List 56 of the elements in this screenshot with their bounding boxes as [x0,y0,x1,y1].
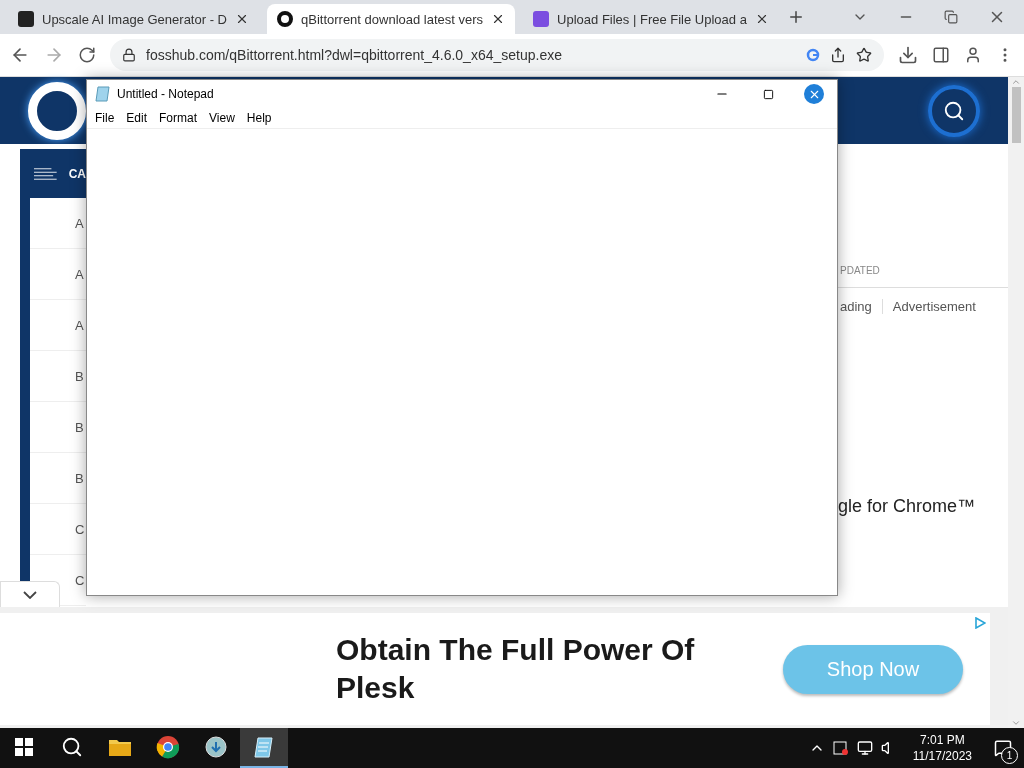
restore-icon[interactable] [944,10,958,24]
taskbar-app[interactable] [240,728,288,768]
maximize-icon [762,88,774,100]
reload-icon[interactable] [78,46,96,64]
category-item[interactable]: A [75,266,84,282]
clock[interactable]: 7:01 PM 11/17/2023 [912,732,972,764]
browser-tab[interactable]: qBittorrent download latest vers [267,4,516,34]
browser-icon [156,735,180,759]
side-panel-icon[interactable] [932,46,950,64]
category-item[interactable]: B [75,368,84,384]
notifications-button[interactable]: 1 [988,732,1018,764]
menu-item[interactable]: File [89,108,121,128]
profile-icon[interactable] [964,46,982,64]
google-icon [806,48,820,62]
network-icon[interactable] [856,740,873,756]
close-icon[interactable] [235,12,249,26]
search-icon [61,736,83,758]
chevron-down-icon [23,590,37,599]
search-icon [943,99,965,122]
share-icon[interactable] [830,47,846,63]
download-icon[interactable] [898,45,918,65]
notepad-icon [95,86,111,102]
promo-text: gle for Chrome™ [838,496,977,517]
site-icon [277,11,293,27]
menu-item[interactable]: Edit [120,108,154,128]
search-button[interactable] [928,84,980,137]
folder-icon [108,737,132,757]
browser-tab[interactable]: Upscale AI Image Generator - D [8,4,259,34]
site-icon [18,11,34,27]
browser-tab[interactable]: Upload Files | Free File Upload a [523,4,779,34]
category-item[interactable]: B [75,419,84,435]
installer-icon [204,735,228,759]
menu-item[interactable]: Format [153,108,204,128]
windows-logo-icon [15,738,33,756]
page-tab[interactable]: Advertisement [882,298,986,314]
category-item[interactable]: A [75,317,84,333]
window-title: Untitled - Notepad [117,87,214,101]
scrollbar-thumb[interactable] [1011,87,1021,143]
category-item[interactable]: B [75,470,84,486]
ad-choices-icon[interactable] [974,617,986,629]
category-item[interactable]: A [75,215,84,231]
message-icon [994,739,1012,757]
site-icon [533,11,550,27]
star-icon[interactable] [856,47,872,63]
category-title: CA [68,166,86,181]
lock-icon [122,48,136,62]
category-item[interactable]: C [75,572,85,588]
menu-item[interactable]: View [203,108,241,128]
menu-item[interactable]: Help [240,108,278,128]
category-item[interactable]: C [75,521,85,537]
collapse-button[interactable] [0,581,60,607]
ad-headline: Obtain The Full Power Of Plesk [336,632,696,706]
notepad-icon [253,735,275,759]
address-bar[interactable]: fosshub.com/qBittorrent.html?dwl=qbittorrent_4.6.0_x64_setup.exe [110,39,884,71]
menu-icon[interactable] [34,166,57,181]
tray-app-icon[interactable] [832,740,849,756]
